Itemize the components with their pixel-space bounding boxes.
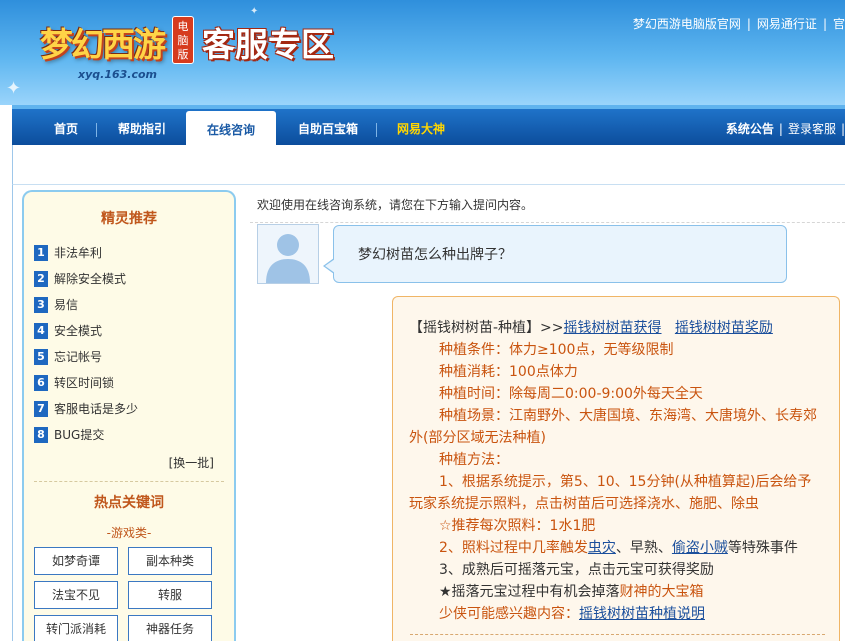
answer-line: 种植消耗：100点体力 — [439, 364, 578, 380]
faq-label: 客服电话是多少 — [54, 402, 139, 416]
tree-seedling-reward-link[interactable]: 摇钱树树苗奖励 — [675, 320, 773, 336]
answer-line: 种植方法： — [439, 452, 509, 468]
faq-item[interactable]: 1 非法牟利 — [34, 240, 234, 266]
logo-domain: xyq.163.com — [78, 68, 157, 81]
faq-label: 安全模式 — [54, 324, 103, 338]
faq-number: 4 — [34, 323, 48, 339]
faq-item[interactable]: 7 客服电话是多少 — [34, 396, 234, 422]
keyword-button[interactable]: 副本种类 — [128, 547, 212, 575]
faq-label: 易信 — [54, 298, 79, 312]
official-link-truncated[interactable]: 官 — [833, 17, 845, 31]
sub-bar — [12, 145, 845, 185]
answer-line: ★摇落元宝过程中有机会掉落财神的大宝箱 — [409, 581, 825, 603]
faq-item[interactable]: 5 忘记帐号 — [34, 344, 234, 370]
faq-label: 解除安全模式 — [54, 272, 127, 286]
official-site-link[interactable]: 梦幻西游电脑版官网 — [633, 17, 741, 31]
faq-number: 2 — [34, 271, 48, 287]
divider — [250, 222, 845, 223]
page-title: 客服专区 — [202, 25, 334, 64]
answer-text: 、早熟、 — [615, 540, 672, 556]
faq-number: 6 — [34, 375, 48, 391]
keyword-button[interactable]: 如梦奇谭 — [34, 547, 118, 575]
keyword-button[interactable]: 法宝不见 — [34, 581, 118, 609]
thief-link[interactable]: 偷盗小贼 — [672, 540, 728, 556]
site-header: ✦ ✦ 梦幻西游 xyq.163.com 电脑版 客服专区 梦幻西游电脑版官网 |… — [0, 0, 845, 105]
faq-number: 5 — [34, 349, 48, 365]
answer-line: 3、成熟后可摇落元宝，点击元宝可获得奖励 — [439, 562, 714, 578]
main-nav: 首页 帮助指引 在线咨询 自助百宝箱 网易大神 系统公告 | 登录客服 | — [12, 105, 845, 153]
nav-divider — [376, 123, 377, 137]
faq-number: 3 — [34, 297, 48, 313]
sparkle-icon: ✦ — [250, 6, 259, 17]
insect-disaster-link[interactable]: 虫灾 — [588, 540, 616, 556]
refresh-batch-link[interactable]: [换一批] — [24, 454, 214, 471]
nav-home[interactable]: 首页 — [40, 109, 92, 145]
faq-item[interactable]: 6 转区时间锁 — [34, 370, 234, 396]
faq-item[interactable]: 8 BUG提交 — [34, 422, 234, 448]
answer-line: 种植时间：除每周二0:00-9:00外每天全天 — [439, 386, 703, 402]
answer-line: 2、照料过程中几率触发虫灾、早熟、偷盗小贼等特殊事件 — [409, 537, 825, 559]
divider — [410, 634, 825, 635]
hot-keywords-title: 热点关键词 — [94, 495, 164, 511]
top-links: 梦幻西游电脑版官网 | 网易通行证 | 官 — [632, 17, 845, 31]
sparkle-icon: ✦ — [6, 78, 22, 99]
answer-line: 外(部分区域无法种植) — [409, 430, 546, 446]
tree-seedling-obtain-link[interactable]: 摇钱树树苗获得 — [564, 320, 662, 336]
answer-line: 种植场景：江南野外、大唐国境、东海湾、大唐境外、长寿郊 — [439, 408, 817, 424]
login-service-link[interactable]: 登录客服 — [788, 122, 836, 136]
faq-item[interactable]: 2 解除安全模式 — [34, 266, 234, 292]
answer-line: ☆推荐每次照料：1水1肥 — [439, 518, 596, 534]
nav-divider — [96, 123, 97, 137]
answer-header: 【摇钱树树苗-种植】>>摇钱树树苗获得 摇钱树树苗奖励 — [409, 317, 825, 339]
seedling-planting-guide-link[interactable]: 摇钱树树苗种植说明 — [579, 606, 705, 622]
welcome-message: 欢迎使用在线咨询系统，请您在下方输入提问内容。 — [257, 198, 534, 212]
user-avatar — [257, 224, 319, 284]
faq-label: 转区时间锁 — [54, 376, 115, 390]
answer-text: 财神的大宝箱 — [619, 584, 704, 600]
hot-keywords-category: -游戏类- — [106, 526, 152, 540]
answer-text: ★摇落元宝过程中有机会掉落 — [439, 584, 620, 600]
keyword-button[interactable]: 转门派消耗 — [34, 615, 118, 641]
bubble-arrow — [325, 259, 335, 273]
system-notice-link[interactable]: 系统公告 — [726, 122, 774, 136]
faq-item[interactable]: 3 易信 — [34, 292, 234, 318]
answer-text: 少侠可能感兴趣内容： — [439, 606, 579, 622]
answer-line: 玩家系统提示照料，点击树苗后可选择浇水、施肥、除虫 — [409, 496, 759, 512]
faq-number: 8 — [34, 427, 48, 443]
nav-self-service-box[interactable]: 自助百宝箱 — [288, 109, 368, 145]
sprite-recommend-title: 精灵推荐 — [101, 211, 157, 227]
answer-text: 等特殊事件 — [727, 540, 798, 556]
faq-number: 1 — [34, 245, 48, 261]
logo-badge: 电脑版 — [172, 16, 194, 64]
divider — [34, 481, 224, 482]
answer-line: 少侠可能感兴趣内容：摇钱树树苗种植说明 — [409, 603, 825, 625]
answer-topic: 【摇钱树树苗-种植】>> — [409, 320, 564, 336]
netease-passport-link[interactable]: 网易通行证 — [757, 17, 817, 31]
nav-right-links: 系统公告 | 登录客服 | — [725, 122, 845, 136]
logo-text: 梦幻西游 — [40, 25, 166, 64]
faq-list: 1 非法牟利 2 解除安全模式 3 易信 4 安全模式 5 忘记帐号 6 转区时间锁 7 客服… — [34, 240, 234, 448]
nav-netease-dashen[interactable]: 网易大神 — [388, 109, 454, 145]
keyword-button[interactable]: 神器任务 — [128, 615, 212, 641]
user-question-bubble: 梦幻树苗怎么种出牌子？ — [333, 225, 787, 283]
answer-line: 种植条件：体力≥100点，无等级限制 — [439, 342, 674, 358]
faq-item[interactable]: 4 安全模式 — [34, 318, 234, 344]
answer-text: 2、照料过程中几率触发 — [439, 540, 588, 556]
answer-line: 1、根据系统提示，第5、10、15分钟(从种植算起)后会给予 — [439, 474, 812, 490]
faq-label: 忘记帐号 — [54, 350, 103, 364]
user-silhouette-icon — [266, 234, 310, 283]
faq-label: 非法牟利 — [54, 246, 103, 260]
game-logo[interactable]: 梦幻西游 xyq.163.com — [18, 8, 193, 81]
answer-bubble: 【摇钱树树苗-种植】>>摇钱树树苗获得 摇钱树树苗奖励 种植条件：体力≥100点… — [392, 296, 840, 641]
nav-help-guide[interactable]: 帮助指引 — [108, 109, 176, 145]
faq-label: BUG提交 — [54, 428, 105, 442]
keyword-button[interactable]: 转服 — [128, 581, 212, 609]
faq-number: 7 — [34, 401, 48, 417]
